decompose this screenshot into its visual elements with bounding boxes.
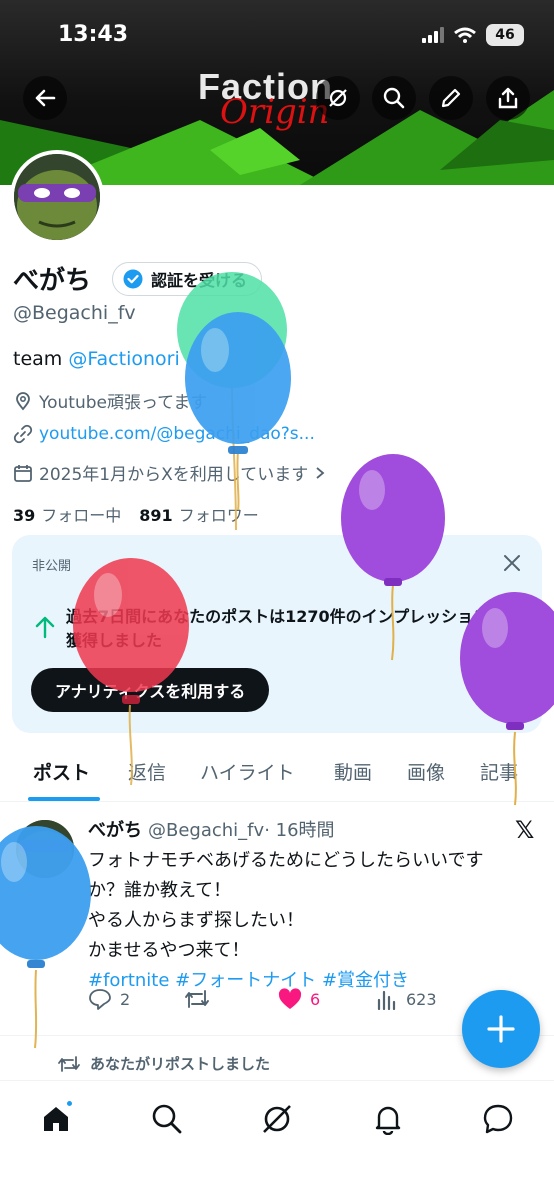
post-line: フォトナモチベあげるためにどうしたらいいです — [88, 850, 484, 871]
messages-icon — [483, 1104, 513, 1134]
location-text: Youtube頑張ってます — [39, 393, 208, 413]
post-author[interactable]: べがち — [88, 820, 142, 841]
bell-icon — [375, 1106, 401, 1135]
arrow-up-icon — [35, 616, 55, 639]
back-icon — [35, 89, 56, 107]
profile-tabs: ポスト 返信 ハイライト 動画 画像 記事 — [0, 742, 554, 802]
nav-messages[interactable] — [478, 1099, 518, 1139]
status-icons: 46 — [422, 24, 524, 46]
grok-button[interactable] — [316, 76, 360, 120]
nav-notifications[interactable] — [368, 1099, 408, 1139]
get-verified-label: 認証を受ける — [151, 271, 248, 290]
analytics-button[interactable]: アナリティクスを利用する — [31, 668, 270, 712]
reply-icon — [89, 989, 111, 1010]
reply-button[interactable]: 2 — [88, 988, 130, 1010]
grok-icon — [329, 89, 347, 107]
post-actions: 2 6 623 — [88, 988, 528, 1018]
calendar-icon — [14, 464, 32, 482]
plus-icon — [487, 1015, 515, 1043]
verified-badge-icon — [123, 269, 143, 289]
post-line: か？誰か教えて！ — [88, 880, 232, 901]
tab-images[interactable]: 画像 — [407, 758, 445, 785]
compose-post-button[interactable] — [462, 990, 540, 1068]
notification-dot — [65, 1099, 74, 1108]
repost-icon — [185, 990, 209, 1008]
battery-indicator: 46 — [486, 24, 524, 46]
banner-script-text: Origin — [220, 92, 330, 132]
profile-handle: @Begachi_fv — [13, 302, 136, 324]
bio-mention-link[interactable]: @Factionori — [68, 348, 179, 370]
status-time: 13:43 — [58, 22, 129, 47]
repost-note-text: あなたがリポストしました — [90, 1055, 271, 1073]
location-pin-icon — [16, 391, 30, 410]
post-item[interactable]: べがち @Begachi_fv· 16時間 𝕏 フォトナモチベあげるためにどうした… — [0, 802, 554, 1036]
nav-search[interactable] — [147, 1099, 187, 1139]
avatar-turtle-image — [16, 820, 74, 878]
impressions-message: 過去7日間にあなたのポストは1270件のインプレッションを獲得しました — [66, 607, 506, 650]
bottom-navigation — [0, 1080, 554, 1199]
joined-text: 2025年1月からXを利用しています — [39, 465, 309, 485]
cellular-icon — [422, 27, 444, 43]
following-link[interactable]: 39 フォロー中 — [13, 502, 121, 526]
post-time: · 16時間 — [264, 820, 335, 841]
followers-label: フォロワー — [178, 506, 259, 525]
chevron-right-icon — [316, 466, 325, 479]
nav-grok[interactable] — [257, 1099, 297, 1139]
tab-replies[interactable]: 返信 — [128, 758, 166, 785]
close-icon[interactable] — [500, 551, 524, 575]
website-link[interactable]: youtube.com/@begachi_dao?s... — [39, 424, 315, 444]
search-icon — [152, 1104, 182, 1134]
post-text: フォトナモチベあげるためにどうしたらいいです か？誰か教えて！ やる人からまず探… — [88, 846, 538, 996]
followers-count: 891 — [139, 506, 173, 525]
profile-location: Youtube頑張ってます — [13, 388, 207, 413]
link-icon — [13, 424, 33, 444]
followers-link[interactable]: 891 フォロワー — [139, 502, 258, 526]
heart-icon — [278, 988, 302, 1009]
views-button[interactable]: 623 — [376, 988, 437, 1010]
profile-bio: team @Factionori — [13, 348, 180, 370]
following-count: 39 — [13, 506, 36, 525]
x-logo-icon: 𝕏 — [515, 816, 535, 844]
nav-home[interactable] — [36, 1099, 76, 1139]
active-tab-indicator — [28, 797, 100, 801]
avatar-turtle-image — [14, 154, 100, 240]
post-avatar[interactable] — [16, 820, 74, 878]
follow-stats: 39 フォロー中 891 フォロワー — [13, 502, 259, 526]
grok-icon — [263, 1105, 291, 1133]
search-icon — [383, 87, 405, 109]
private-label: 非公開 — [32, 559, 72, 574]
repost-icon — [58, 1055, 80, 1072]
bio-text: team — [13, 348, 69, 370]
repost-note: あなたがリポストしました — [58, 1053, 270, 1074]
post-header: べがち @Begachi_fv· 16時間 — [88, 816, 335, 842]
edit-profile-button[interactable] — [429, 76, 473, 120]
view-count: 623 — [406, 989, 437, 1009]
profile-avatar[interactable] — [10, 150, 104, 244]
share-icon — [498, 87, 518, 109]
edit-icon — [441, 88, 461, 108]
profile-joined[interactable]: 2025年1月からXを利用しています — [13, 460, 326, 485]
private-analytics-card: 非公開 過去7日間にあなたのポストは1270件のインプレッションを獲得しました … — [12, 535, 542, 733]
like-button[interactable]: 6 — [278, 988, 320, 1010]
tab-posts[interactable]: ポスト — [33, 758, 90, 785]
views-chart-icon — [377, 990, 396, 1010]
reply-count: 2 — [120, 989, 131, 1009]
post-handle[interactable]: @Begachi_fv — [148, 820, 264, 841]
post-line: やる人からまず探したい！ — [88, 910, 304, 931]
repost-button[interactable] — [184, 988, 210, 1010]
wifi-icon — [454, 27, 476, 43]
share-button[interactable] — [486, 76, 530, 120]
get-verified-button[interactable]: 認証を受ける — [112, 262, 263, 296]
following-label: フォロー中 — [41, 506, 122, 525]
profile-website[interactable]: youtube.com/@begachi_dao?s... — [13, 424, 315, 444]
like-count: 6 — [310, 989, 321, 1009]
tab-articles[interactable]: 記事 — [480, 758, 518, 785]
search-button[interactable] — [372, 76, 416, 120]
tab-videos[interactable]: 動画 — [334, 758, 372, 785]
tab-highlights[interactable]: ハイライト — [200, 758, 295, 785]
back-button[interactable] — [23, 76, 67, 120]
profile-name: べがち — [13, 266, 92, 296]
post-line: かませるやつ来て！ — [88, 940, 250, 961]
